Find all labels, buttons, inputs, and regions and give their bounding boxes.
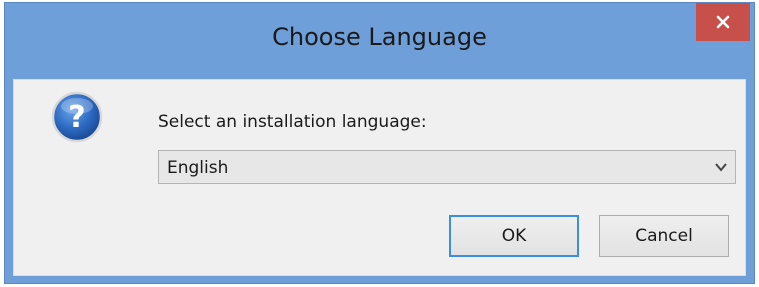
ok-button[interactable]: OK: [449, 215, 579, 257]
language-select[interactable]: English: [158, 150, 736, 184]
title-bar[interactable]: Choose Language: [5, 3, 754, 79]
dialog-body: ? Select an installation language: Engli…: [13, 79, 746, 276]
svg-text:?: ?: [68, 100, 85, 135]
prompt-label: Select an installation language:: [158, 112, 427, 132]
choose-language-dialog: Choose Language ? Select an installation…: [4, 2, 755, 284]
close-button[interactable]: [696, 3, 750, 41]
window-title: Choose Language: [272, 23, 487, 51]
chevron-down-icon: [715, 163, 727, 172]
language-select-value: English: [167, 158, 229, 178]
close-icon: [716, 15, 730, 29]
cancel-button[interactable]: Cancel: [599, 215, 729, 257]
question-icon: ?: [51, 91, 103, 143]
